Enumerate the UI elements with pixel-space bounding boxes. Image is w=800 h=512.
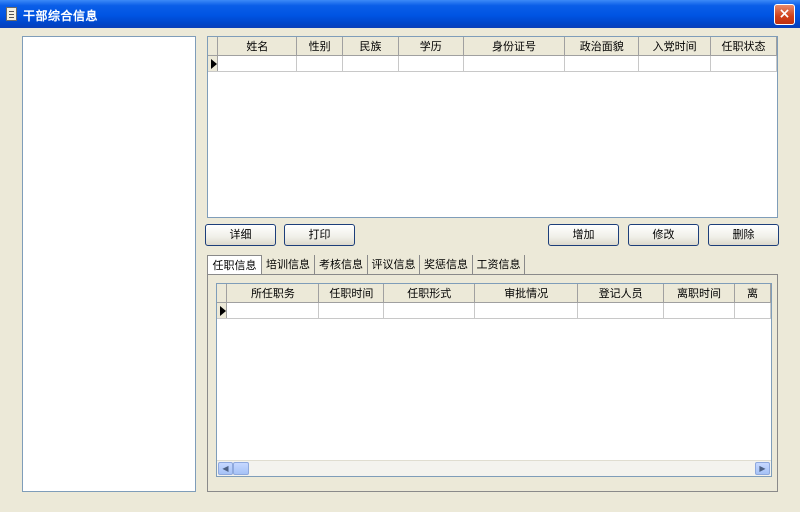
title-bar: 干部综合信息 × (0, 0, 800, 28)
cadre-list-grid[interactable]: 姓名 性别 民族 学历 身份证号 政治面貌 入党时间 任职状态 (207, 36, 778, 218)
table-cell[interactable] (296, 55, 344, 72)
column-header[interactable]: 政治面貌 (564, 37, 640, 56)
row-header-corner (208, 37, 219, 56)
document-icon (6, 7, 17, 21)
column-header[interactable]: 身份证号 (463, 37, 566, 56)
tab-page-appointment: 所任职务 任职时间 任职形式 审批情况 登记人员 离职时间 离 ◀ ▶ (207, 274, 778, 492)
table-cell[interactable] (463, 55, 566, 72)
cadre-table: 姓名 性别 民族 学历 身份证号 政治面貌 入党时间 任职状态 (208, 37, 777, 72)
column-header[interactable]: 审批情况 (474, 284, 579, 303)
column-header[interactable]: 登记人员 (577, 284, 665, 303)
tab-appointment[interactable]: 任职信息 (207, 255, 262, 275)
table-cell[interactable] (398, 55, 464, 72)
row-header-corner (217, 284, 228, 303)
header-row: 姓名 性别 民族 学历 身份证号 政治面貌 入党时间 任职状态 (208, 37, 777, 56)
table-cell[interactable] (383, 302, 476, 319)
table-cell[interactable] (710, 55, 777, 72)
table-cell[interactable] (564, 55, 640, 72)
table-cell[interactable] (577, 302, 665, 319)
table-cell[interactable] (474, 302, 579, 319)
column-header[interactable]: 所任职务 (226, 284, 320, 303)
scroll-right-icon[interactable]: ▶ (755, 462, 770, 475)
modify-button[interactable]: 修改 (628, 224, 699, 246)
tab-assessment[interactable]: 考核信息 (315, 255, 368, 274)
column-header[interactable]: 任职时间 (318, 284, 385, 303)
scroll-thumb[interactable] (233, 462, 249, 475)
table-cell[interactable] (217, 55, 298, 72)
tab-evaluation[interactable]: 评议信息 (368, 255, 420, 274)
delete-button[interactable]: 删除 (708, 224, 779, 246)
current-row-arrow-icon (220, 305, 226, 316)
table-cell[interactable] (638, 55, 712, 72)
detail-button[interactable]: 详细 (205, 224, 276, 246)
current-row-arrow-icon (211, 58, 217, 69)
appointment-grid[interactable]: 所任职务 任职时间 任职形式 审批情况 登记人员 离职时间 离 ◀ ▶ (216, 283, 772, 477)
table-cell[interactable] (318, 302, 385, 319)
table-row[interactable] (208, 55, 777, 72)
print-button[interactable]: 打印 (284, 224, 355, 246)
scroll-left-icon[interactable]: ◀ (218, 462, 233, 475)
row-selector[interactable] (208, 55, 219, 72)
column-header[interactable]: 民族 (342, 37, 399, 56)
table-row[interactable] (217, 302, 772, 319)
column-header[interactable]: 姓名 (217, 37, 298, 56)
tab-rewards[interactable]: 奖惩信息 (420, 255, 473, 274)
appointment-table: 所任职务 任职时间 任职形式 审批情况 登记人员 离职时间 离 (217, 284, 772, 319)
table-cell[interactable] (663, 302, 735, 319)
add-button[interactable]: 增加 (548, 224, 619, 246)
tab-salary[interactable]: 工资信息 (473, 255, 525, 274)
tree-panel[interactable] (22, 36, 196, 492)
close-button[interactable]: × (774, 4, 795, 25)
horizontal-scrollbar[interactable]: ◀ ▶ (217, 460, 771, 476)
column-header[interactable]: 任职状态 (710, 37, 777, 56)
table-cell[interactable] (226, 302, 320, 319)
column-header[interactable]: 任职形式 (383, 284, 476, 303)
column-header[interactable]: 学历 (398, 37, 464, 56)
tab-training[interactable]: 培训信息 (262, 255, 315, 274)
column-header[interactable]: 性别 (296, 37, 344, 56)
column-header[interactable]: 入党时间 (638, 37, 712, 56)
table-cell[interactable] (734, 302, 772, 319)
column-header[interactable]: 离 (734, 284, 772, 303)
row-selector[interactable] (217, 302, 228, 319)
column-header[interactable]: 离职时间 (663, 284, 735, 303)
table-cell[interactable] (342, 55, 399, 72)
window-title: 干部综合信息 (23, 9, 99, 23)
header-row: 所任职务 任职时间 任职形式 审批情况 登记人员 离职时间 离 (217, 284, 772, 303)
